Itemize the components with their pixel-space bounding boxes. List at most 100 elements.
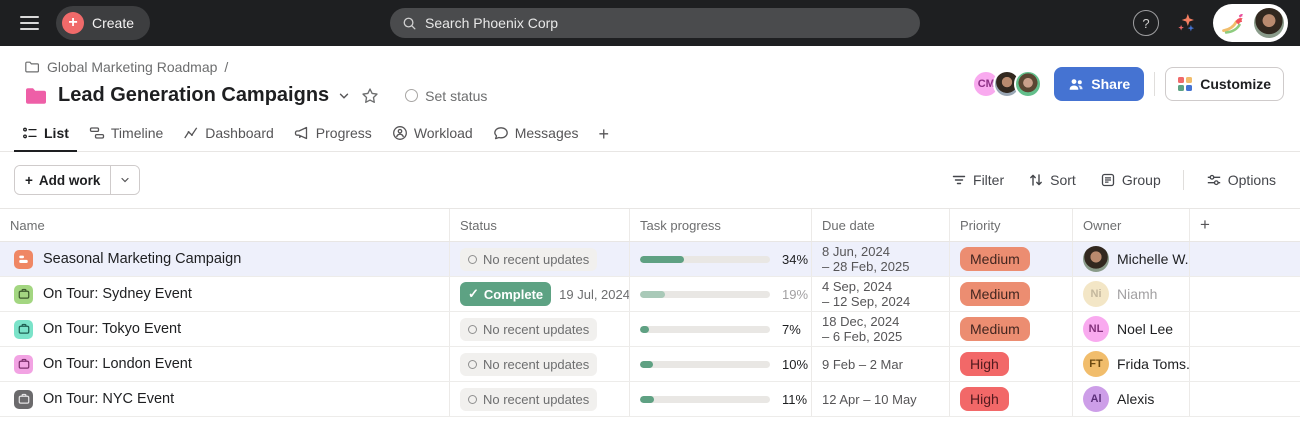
add-tab-button[interactable]: +: [591, 120, 618, 149]
owner-name: Frida Toms...: [1117, 356, 1190, 372]
progress-bar: [640, 396, 770, 403]
status-cell[interactable]: ✓Complete 19 Jul, 2024: [450, 277, 630, 311]
filter-button[interactable]: Filter: [943, 167, 1012, 193]
column-header-name[interactable]: Name: [0, 209, 450, 241]
divider: [1183, 170, 1184, 190]
progress-fill: [640, 291, 665, 298]
set-status-button[interactable]: Set status: [405, 88, 487, 104]
owner-cell[interactable]: FT Frida Toms...: [1073, 347, 1190, 381]
task-progress-cell[interactable]: 19%: [630, 277, 812, 311]
search-input[interactable]: Search Phoenix Corp: [390, 8, 920, 38]
due-date-cell[interactable]: 4 Sep, 2024 – 12 Sep, 2024: [812, 277, 950, 311]
task-progress-cell[interactable]: 7%: [630, 312, 812, 346]
project-icon: [14, 320, 33, 339]
ai-sparkles-icon[interactable]: [1175, 12, 1197, 34]
due-date-cell[interactable]: 8 Jun, 2024 – 28 Feb, 2025: [812, 242, 950, 276]
help-button[interactable]: ?: [1133, 10, 1159, 36]
breadcrumb[interactable]: Global Marketing Roadmap /: [24, 59, 487, 75]
task-name-cell[interactable]: On Tour: Tokyo Event: [0, 312, 450, 346]
task-name-cell[interactable]: On Tour: London Event: [0, 347, 450, 381]
due-date-cell[interactable]: 12 Apr – 10 May: [812, 382, 950, 416]
priority-cell[interactable]: Medium: [950, 242, 1073, 276]
tab-timeline[interactable]: Timeline: [81, 117, 171, 152]
share-button[interactable]: Share: [1054, 67, 1144, 101]
task-progress-cell[interactable]: 34%: [630, 242, 812, 276]
column-header-due-date[interactable]: Due date: [812, 209, 950, 241]
set-status-label: Set status: [425, 88, 487, 104]
table-row[interactable]: On Tour: NYC Event No recent updates ✓ 1…: [0, 382, 1300, 417]
owner-avatar: FT: [1083, 351, 1109, 377]
tab-workload[interactable]: Workload: [384, 117, 481, 152]
column-header-status[interactable]: Status: [450, 209, 630, 241]
owner-cell[interactable]: Ni Niamh: [1073, 277, 1190, 311]
priority-cell[interactable]: Medium: [950, 277, 1073, 311]
status-badge: No recent updates: [460, 353, 597, 376]
due-date-cell[interactable]: 9 Feb – 2 Mar: [812, 347, 950, 381]
owner-cell[interactable]: NL Noel Lee: [1073, 312, 1190, 346]
status-circle-icon: [468, 325, 477, 334]
table-row[interactable]: On Tour: Tokyo Event No recent updates ✓…: [0, 312, 1300, 347]
star-icon[interactable]: [361, 87, 379, 105]
project-icon: [14, 250, 33, 269]
menu-icon[interactable]: [12, 6, 46, 40]
status-cell[interactable]: No recent updates ✓: [450, 242, 630, 276]
group-button[interactable]: Group: [1092, 167, 1169, 193]
status-circle-icon: [468, 360, 477, 369]
column-header-priority[interactable]: Priority: [950, 209, 1073, 241]
extra-cell: [1190, 382, 1300, 416]
page-title[interactable]: Lead Generation Campaigns: [58, 84, 329, 107]
add-work-button[interactable]: + Add work: [15, 166, 110, 194]
priority-cell[interactable]: High: [950, 382, 1073, 416]
task-progress-cell[interactable]: 11%: [630, 382, 812, 416]
extra-cell: [1190, 312, 1300, 346]
owner-cell[interactable]: Michelle W...: [1073, 242, 1190, 276]
progress-bar: [640, 361, 770, 368]
sort-button[interactable]: Sort: [1020, 167, 1084, 193]
workload-icon: [392, 125, 408, 141]
timeline-icon: [89, 125, 105, 141]
search-placeholder: Search Phoenix Corp: [425, 15, 558, 31]
divider: [1154, 72, 1155, 96]
tab-label: Timeline: [111, 125, 163, 141]
owner-avatar: Ni: [1083, 281, 1109, 307]
table-row[interactable]: On Tour: London Event No recent updates …: [0, 347, 1300, 382]
due-date-line1: 8 Jun, 2024: [822, 244, 890, 259]
due-date-line1: 4 Sep, 2024: [822, 279, 892, 294]
priority-cell[interactable]: Medium: [950, 312, 1073, 346]
folder-outline-icon: [24, 59, 40, 75]
column-header-owner[interactable]: Owner: [1073, 209, 1190, 241]
tab-messages[interactable]: Messages: [485, 117, 587, 152]
table-row[interactable]: On Tour: Sydney Event ✓Complete 19 Jul, …: [0, 277, 1300, 312]
chevron-down-icon: [119, 174, 131, 186]
account-pill[interactable]: [1213, 4, 1288, 42]
add-work-dropdown[interactable]: [110, 166, 139, 194]
create-button[interactable]: + Create: [56, 6, 150, 40]
breadcrumb-project[interactable]: Global Marketing Roadmap: [47, 59, 217, 75]
status-complete-badge: ✓Complete: [460, 282, 551, 306]
options-button[interactable]: Options: [1198, 167, 1284, 193]
chevron-down-icon[interactable]: [337, 89, 351, 103]
tab-list[interactable]: List: [14, 117, 77, 152]
task-name-cell[interactable]: On Tour: Sydney Event: [0, 277, 450, 311]
column-header-task-progress[interactable]: Task progress: [630, 209, 812, 241]
priority-cell[interactable]: High: [950, 347, 1073, 381]
add-column-button[interactable]: +: [1190, 209, 1300, 241]
status-cell[interactable]: No recent updates ✓: [450, 312, 630, 346]
owner-cell[interactable]: Al Alexis: [1073, 382, 1190, 416]
member-avatar-photo-2[interactable]: [1014, 70, 1042, 98]
status-cell[interactable]: No recent updates ✓: [450, 382, 630, 416]
task-name-cell[interactable]: On Tour: NYC Event: [0, 382, 450, 416]
list-icon: [22, 125, 38, 141]
task-name-cell[interactable]: Seasonal Marketing Campaign: [0, 242, 450, 276]
tab-dashboard[interactable]: Dashboard: [175, 117, 282, 152]
tab-progress[interactable]: Progress: [286, 117, 380, 152]
owner-name: Noel Lee: [1117, 321, 1173, 337]
filter-label: Filter: [973, 172, 1004, 188]
user-avatar[interactable]: [1254, 8, 1284, 38]
due-date-cell[interactable]: 18 Dec, 2024 – 6 Feb, 2025: [812, 312, 950, 346]
task-progress-cell[interactable]: 10%: [630, 347, 812, 381]
status-cell[interactable]: No recent updates ✓: [450, 347, 630, 381]
status-date: 19 Jul, 2024: [559, 287, 630, 302]
customize-button[interactable]: Customize: [1165, 67, 1284, 101]
table-row[interactable]: Seasonal Marketing Campaign No recent up…: [0, 242, 1300, 277]
